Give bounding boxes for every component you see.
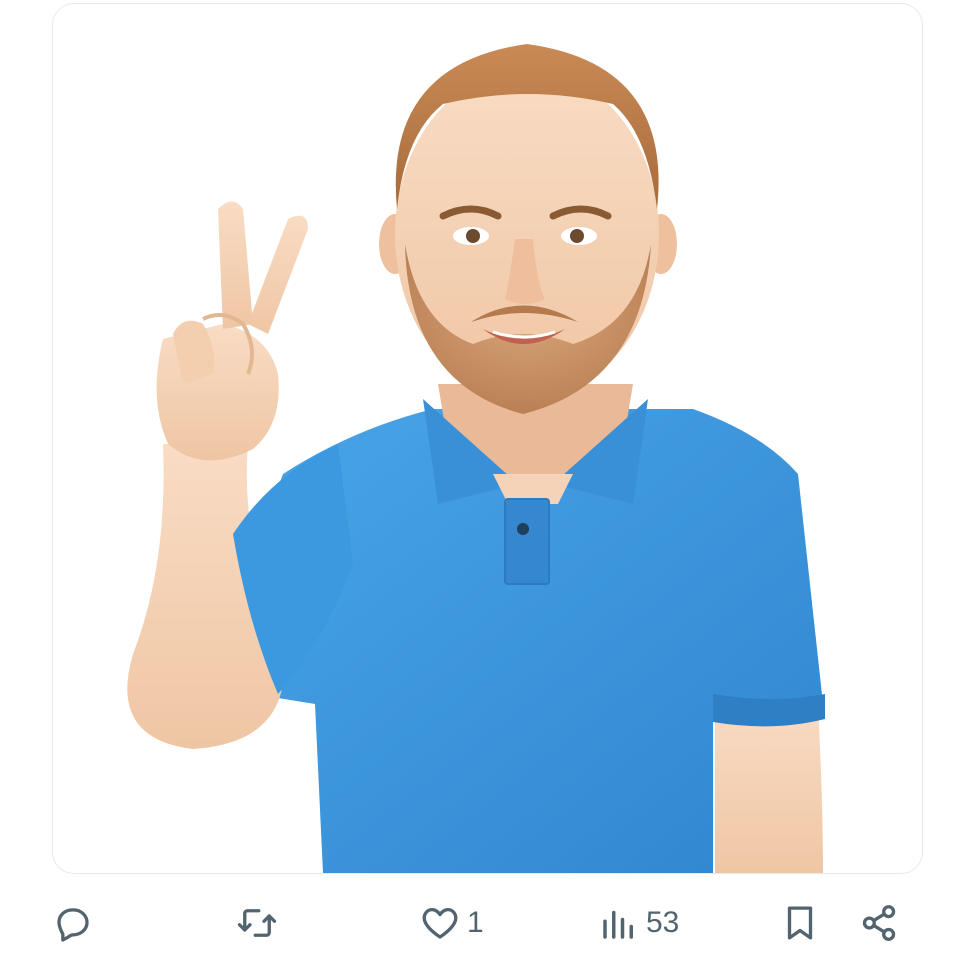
like-button[interactable]: 1 — [419, 900, 484, 946]
bookmark-icon — [787, 906, 813, 940]
reply-icon — [57, 908, 89, 942]
avatar-image — [127, 44, 825, 873]
like-count: 1 — [467, 906, 484, 939]
repost-icon — [237, 909, 277, 937]
views-icon — [603, 910, 633, 939]
post-media-card[interactable] — [52, 3, 923, 874]
post-action-bar: 1 53 — [0, 880, 957, 966]
bookmark-button[interactable] — [779, 900, 821, 946]
views-count: 53 — [646, 906, 680, 939]
reply-button[interactable] — [52, 900, 94, 946]
heart-icon — [422, 908, 458, 939]
views-button[interactable]: 53 — [598, 900, 679, 946]
share-button[interactable] — [858, 900, 900, 946]
share-icon — [862, 905, 896, 941]
repost-button[interactable] — [236, 900, 278, 946]
